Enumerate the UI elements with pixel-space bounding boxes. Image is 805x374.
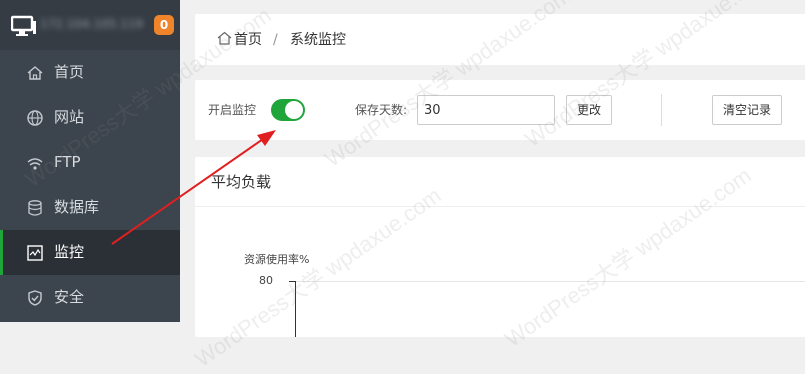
change-button[interactable]: 更改 [566,95,612,125]
sidebar-item-security[interactable]: 安全 [0,275,180,320]
sidebar-item-website[interactable]: 网站 [0,95,180,140]
server-header: 172.104.105.119 0 [0,0,180,50]
monitor-toggle-label: 开启监控 [208,103,257,117]
sidebar-item-label: 监控 [54,243,85,261]
breadcrumb: 首页 / 系统监控 [195,14,805,65]
sidebar-item-database[interactable]: 数据库 [0,185,180,230]
shield-icon [28,290,42,306]
breadcrumb-separator: / [273,32,278,48]
monitor-controls: 开启监控 保存天数: 更改 清空记录 [195,80,805,140]
sidebar: 172.104.105.119 0 首页 网站 FTP 数据库 监控 安全 [0,0,180,322]
globe-icon [27,110,43,126]
ftp-icon [27,158,43,170]
notification-badge[interactable]: 0 [154,15,174,35]
home-icon [27,66,43,80]
chart-canvas [289,281,805,337]
monitor-toggle[interactable] [271,99,305,121]
breadcrumb-home-link[interactable]: 首页 [234,14,262,66]
sidebar-item-label: FTP [54,153,81,171]
sidebar-item-monitor[interactable]: 监控 [0,230,180,275]
sidebar-item-ftp[interactable]: FTP [0,140,180,185]
sidebar-menu: 首页 网站 FTP 数据库 监控 安全 [0,50,180,320]
sidebar-item-label: 数据库 [54,198,100,216]
server-ip: 172.104.105.119 [40,17,144,31]
database-icon [28,200,42,216]
sidebar-item-label: 网站 [54,108,85,126]
breadcrumb-current: 系统监控 [290,32,346,48]
divider [661,94,662,126]
clear-records-button[interactable]: 清空记录 [712,95,782,125]
sidebar-item-label: 首页 [54,63,85,81]
toggle-knob [285,101,303,119]
sidebar-item-home[interactable]: 首页 [0,50,180,95]
monitor-icon [11,15,36,36]
sidebar-item-label: 安全 [54,288,85,306]
home-icon[interactable] [217,31,232,45]
retention-days-label: 保存天数: [355,103,408,117]
retention-days-input[interactable] [417,95,555,125]
main-content: 首页 / 系统监控 开启监控 保存天数: 更改 清空记录 平均负载 资源使用率%… [180,0,805,337]
monitor-chart-icon [27,245,43,261]
load-average-panel: 平均负载 资源使用率% 80 [195,157,805,337]
